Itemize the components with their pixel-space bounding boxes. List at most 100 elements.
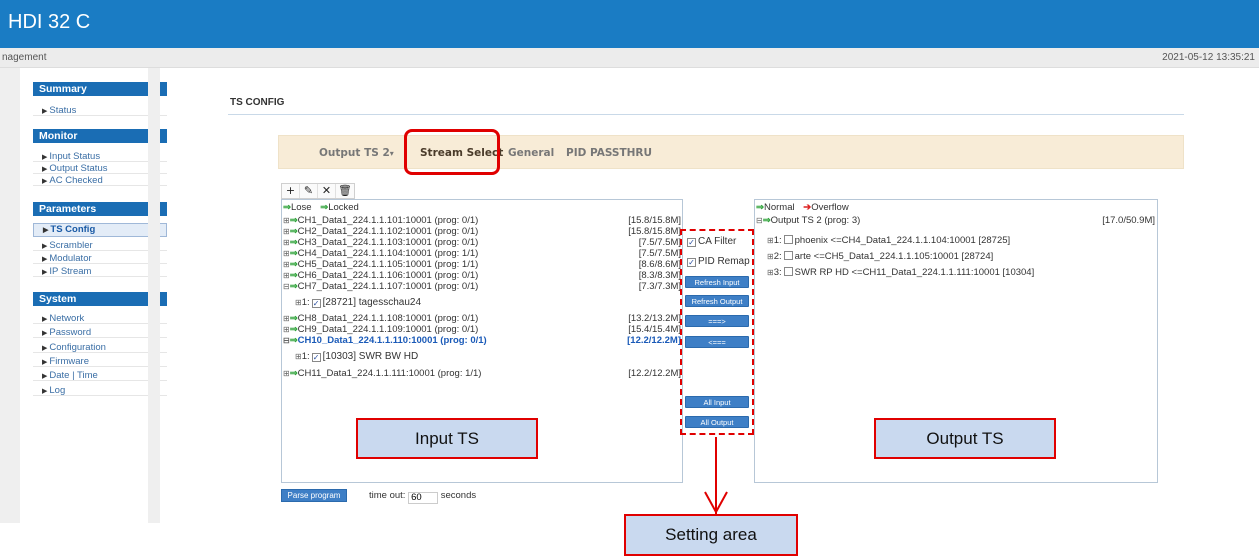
expand-icon: ⊞ (283, 369, 290, 378)
program-checkbox[interactable] (783, 251, 793, 260)
triangle-icon: ▶ (42, 269, 48, 276)
tab-output-ts[interactable]: Output TS 2▾ (319, 147, 394, 159)
triangle-icon: ▶ (42, 166, 48, 173)
tree-row-ch8[interactable]: ⊞⇒CH8_Data1_224.1.1.108:10001 (prog: 0/1… (283, 313, 478, 324)
sidebar-item-output-status[interactable]: ▶ Output Status (33, 163, 167, 174)
datetime-label: 2021-05-12 13:35:21 (1162, 52, 1255, 63)
rate-label: [7.5/7.5M] (638, 237, 681, 248)
parse-program-button[interactable]: Parse program (281, 489, 347, 502)
sidebar-item-status[interactable]: ▶ Status (33, 105, 167, 116)
sidebar-item-ip-stream[interactable]: ▶ IP Stream (33, 266, 167, 277)
arrow-icon: ⇒ (289, 248, 298, 259)
tree-row-ch2[interactable]: ⊞⇒CH2_Data1_224.1.1.102:10001 (prog: 0/1… (283, 226, 478, 237)
chevron-down-icon: ▾ (389, 149, 394, 158)
arrow-icon: ⇒ (289, 313, 298, 324)
rate-label: [7.3/7.3M] (638, 281, 681, 292)
sidebar-item-network[interactable]: ▶ Network (33, 313, 167, 324)
annotation-highlight-box (404, 129, 500, 175)
arrow-icon: ⇒ (289, 335, 298, 346)
tree-row-ch5[interactable]: ⊞⇒CH5_Data1_224.1.1.105:10001 (prog: 1/1… (283, 259, 478, 270)
rate-label: [8.3/8.3M] (638, 270, 681, 281)
sidebar-item-input-status[interactable]: ▶ Input Status (33, 151, 167, 162)
tree-toolbar: + ✎ ✕ 🗑 (281, 183, 355, 199)
sidebar-item-modulator[interactable]: ▶ Modulator (33, 253, 167, 264)
sidebar-item-configuration[interactable]: ▶ Configuration (33, 342, 167, 353)
expand-icon: ⊞ (283, 249, 290, 258)
sidebar-item-password[interactable]: ▶ Password (33, 327, 167, 338)
tree-row-ch7[interactable]: ⊟⇒CH7_Data1_224.1.1.107:10001 (prog: 0/1… (283, 281, 478, 292)
tree-child-program[interactable]: ⊞1: ✓ [10303] SWR BW HD (295, 351, 418, 362)
tree-row-ch1[interactable]: ⊞⇒CH1_Data1_224.1.1.101:10001 (prog: 0/1… (283, 215, 478, 226)
arrow-icon: ⇒ (289, 270, 298, 281)
tree-row-ch10[interactable]: ⊟⇒CH10_Data1_224.1.1.110:10001 (prog: 0/… (283, 335, 487, 346)
tab-general[interactable]: General (508, 147, 554, 159)
arrow-icon: ⇒ (289, 281, 298, 292)
triangle-icon: ▶ (42, 388, 48, 395)
sidebar-item-firmware[interactable]: ▶ Firmware (33, 356, 167, 367)
sidebar-item-ac-checked[interactable]: ▶ AC Checked (33, 175, 167, 186)
timeout-input[interactable] (408, 491, 439, 504)
arrow-icon: ⇒ (289, 368, 298, 379)
tree-row-ch6[interactable]: ⊞⇒CH6_Data1_224.1.1.106:10001 (prog: 0/1… (283, 270, 478, 281)
arrow-icon: ⇒ (289, 324, 298, 335)
close-icon[interactable]: ✕ (318, 184, 336, 198)
plus-icon[interactable]: + (282, 184, 300, 198)
lose-arrow-icon: ⇒ (283, 202, 291, 213)
tree-row-ch3[interactable]: ⊞⇒CH3_Data1_224.1.1.103:10001 (prog: 0/1… (283, 237, 478, 248)
sidebar-item-date-time[interactable]: ▶ Date | Time (33, 370, 167, 381)
section-monitor: Monitor (33, 129, 167, 143)
arrow-head-icon (704, 491, 728, 515)
trash-icon[interactable]: 🗑 (336, 184, 354, 198)
triangle-icon: ▶ (42, 178, 48, 185)
breadcrumb: nagement (2, 52, 47, 63)
output-program-row[interactable]: ⊞3: SWR RP HD <=CH11_Data1_224.1.1.111:10… (767, 267, 1034, 278)
arrow-icon: ⇒ (289, 226, 298, 237)
normal-arrow-icon: ⇒ (756, 202, 764, 213)
callout-setting-area: Setting area (624, 514, 798, 556)
expand-icon: ⊞ (283, 314, 290, 323)
program-checkbox[interactable]: ✓ (311, 353, 321, 362)
program-checkbox[interactable] (783, 267, 793, 276)
arrow-icon: ⇒ (289, 259, 298, 270)
expand-icon: ⊞ (295, 298, 302, 307)
rate-label: [15.8/15.8M] (628, 215, 681, 226)
expand-icon: ⊞ (767, 252, 774, 261)
tree-row-ch9[interactable]: ⊞⇒CH9_Data1_224.1.1.109:10001 (prog: 0/1… (283, 324, 478, 335)
expand-icon: ⊞ (283, 260, 290, 269)
tree-row-ch4[interactable]: ⊞⇒CH4_Data1_224.1.1.104:10001 (prog: 1/1… (283, 248, 478, 259)
pencil-icon[interactable]: ✎ (300, 184, 318, 198)
collapse-icon: ⊟ (283, 336, 290, 345)
expand-icon: ⊞ (767, 236, 774, 245)
expand-icon: ⊞ (283, 238, 290, 247)
app-title: HDI 32 C (8, 11, 91, 33)
sidebar-item-log[interactable]: ▶ Log (33, 385, 167, 396)
collapse-icon: ⊟ (283, 282, 290, 291)
output-program-row[interactable]: ⊞1: phoenix <=CH4_Data1_224.1.1.104:10001… (767, 235, 1010, 246)
sidebar-item-ts-config[interactable]: ▶ TS Config (33, 223, 167, 237)
expand-icon: ⊞ (295, 352, 302, 361)
output-root-row[interactable]: ⊟⇒Output TS 2 (prog: 3) (756, 215, 860, 226)
tree-child-program[interactable]: ⊞1: ✓ [28721] tagesschau24 (295, 297, 421, 308)
tree-row-ch11[interactable]: ⊞⇒CH11_Data1_224.1.1.111:10001 (prog: 1/… (283, 368, 481, 379)
expand-icon: ⊞ (283, 271, 290, 280)
expand-icon: ⊞ (767, 268, 774, 277)
triangle-icon: ▶ (42, 373, 48, 380)
rate-label: [13.2/13.2M] (628, 313, 681, 324)
left-gutter (0, 68, 20, 523)
output-legend: ⇒Normal ➔Overflow (756, 202, 849, 213)
timeout-control: time out: seconds (369, 490, 476, 504)
arrow-icon: ⇒ (289, 215, 298, 226)
collapse-icon: ⊟ (756, 216, 763, 225)
section-summary: Summary (33, 82, 167, 96)
overflow-arrow-icon: ➔ (803, 202, 812, 213)
program-checkbox[interactable]: ✓ (311, 299, 321, 308)
tab-pid-passthru[interactable]: PID PASSTHRU (566, 147, 652, 159)
sidebar-item-scrambler[interactable]: ▶ Scrambler (33, 240, 167, 251)
rate-label: [17.0/50.9M] (1102, 215, 1155, 226)
output-program-row[interactable]: ⊞2: arte <=CH5_Data1_224.1.1.105:10001 [2… (767, 251, 993, 262)
callout-output-ts: Output TS (874, 418, 1056, 459)
program-checkbox[interactable] (783, 235, 793, 244)
triangle-icon: ▶ (42, 154, 48, 161)
section-system: System (33, 292, 167, 306)
triangle-icon: ▶ (42, 359, 48, 366)
